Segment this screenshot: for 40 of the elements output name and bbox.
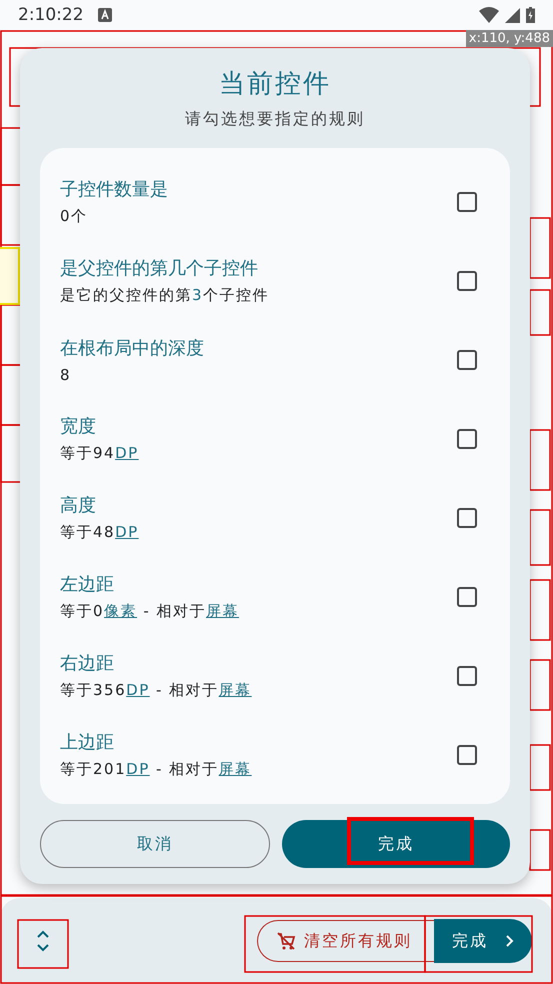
rule-description: 等于48 DP xyxy=(60,523,139,542)
checkbox[interactable] xyxy=(457,586,477,606)
rule-title: 上边距 xyxy=(60,731,114,754)
keyboard-icon xyxy=(98,8,112,22)
rule-description: 0个 xyxy=(60,207,88,226)
signal-icon xyxy=(505,8,520,22)
rule-title: 是父控件的第几个子控件 xyxy=(60,257,258,280)
checkbox[interactable] xyxy=(457,744,477,764)
rule-description: 是它的父控件的第3个子控件 xyxy=(60,286,270,305)
chevrons-icon xyxy=(37,930,49,952)
rule-title: 在根布局中的深度 xyxy=(60,336,204,360)
cancel-button[interactable]: 取消 xyxy=(40,820,270,868)
rule-title: 子控件数量是 xyxy=(60,178,168,201)
rule-description: 等于356 DP - 相对于屏幕 xyxy=(60,681,252,700)
rule-title: 高度 xyxy=(60,494,96,517)
checkbox[interactable] xyxy=(457,350,477,370)
checkbox[interactable] xyxy=(457,192,477,212)
checkbox[interactable] xyxy=(457,270,477,290)
confirm-button[interactable]: 完成 xyxy=(282,820,510,868)
rule-description: 等于201 DP - 相对于屏幕 xyxy=(60,760,252,779)
rule-title: 右边距 xyxy=(60,652,114,675)
dialog-subtitle: 请勾选想要指定的规则 xyxy=(185,109,365,130)
dialog-title: 当前控件 xyxy=(219,68,331,101)
checkbox[interactable] xyxy=(457,428,477,448)
coordinate-badge: x:110, y:488 xyxy=(466,30,553,47)
cart-off-icon xyxy=(276,931,296,951)
highlight-box xyxy=(0,247,20,305)
battery-icon xyxy=(526,7,535,23)
rule-description: 8 xyxy=(60,366,72,384)
clear-rules-button[interactable]: 清空所有规则 xyxy=(257,920,434,962)
wifi-icon xyxy=(479,7,499,23)
rule-title: 左边距 xyxy=(60,573,114,596)
checkbox[interactable] xyxy=(457,666,477,686)
chevron-right-icon xyxy=(506,935,514,947)
checkbox[interactable] xyxy=(457,508,477,528)
status-time: 2:10:22 xyxy=(18,5,84,25)
rule-description: 等于94 DP xyxy=(60,444,139,463)
rule-title: 宽度 xyxy=(60,415,96,438)
done-button[interactable]: 完成 xyxy=(434,919,532,963)
rule-description: 等于0像素 - 相对于屏幕 xyxy=(60,602,239,621)
